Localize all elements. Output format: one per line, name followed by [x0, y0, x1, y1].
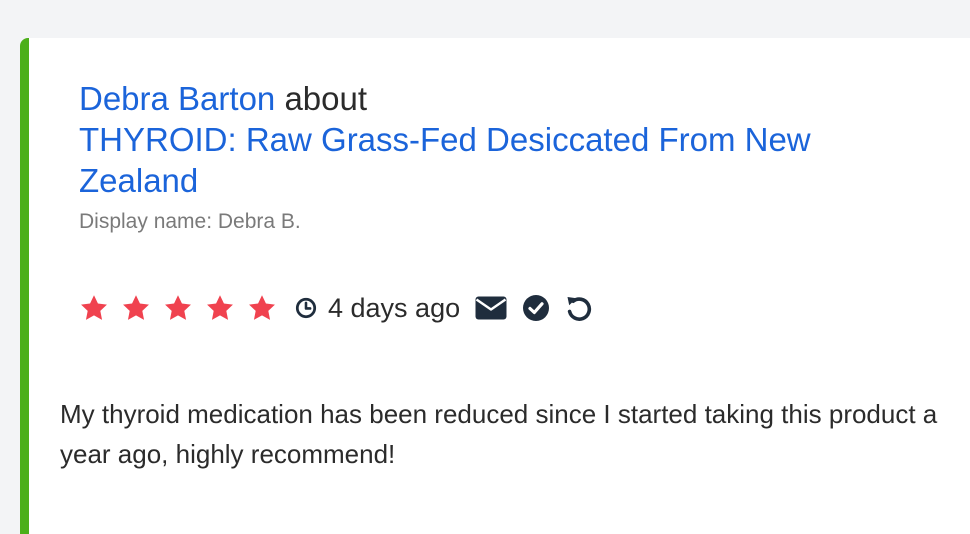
display-name: Display name: Debra B. — [79, 210, 301, 233]
product-link[interactable]: THYROID: Raw Grass-Fed Desiccated From N… — [79, 121, 811, 199]
star-icon — [123, 295, 149, 320]
star-icon — [249, 295, 275, 320]
check-circle-icon[interactable] — [522, 294, 550, 322]
review-card: Debra Barton about THYROID: Raw Grass-Fe… — [20, 38, 970, 534]
review-meta: 4 days ago — [79, 290, 593, 326]
clock-icon — [295, 297, 317, 319]
envelope-icon[interactable] — [475, 296, 507, 320]
star-rating — [79, 293, 289, 323]
star-icon — [165, 295, 191, 320]
undo-icon[interactable] — [565, 294, 593, 322]
author-link[interactable]: Debra Barton — [79, 80, 275, 117]
time-ago: 4 days ago — [328, 292, 461, 323]
about-text: about — [284, 80, 368, 117]
star-icon — [207, 295, 233, 320]
star-icon — [81, 295, 107, 320]
review-time: 4 days ago — [295, 293, 460, 324]
review-body: My thyroid medication has been reduced s… — [60, 399, 938, 469]
review-title: Debra Barton about THYROID: Raw Grass-Fe… — [79, 78, 939, 201]
